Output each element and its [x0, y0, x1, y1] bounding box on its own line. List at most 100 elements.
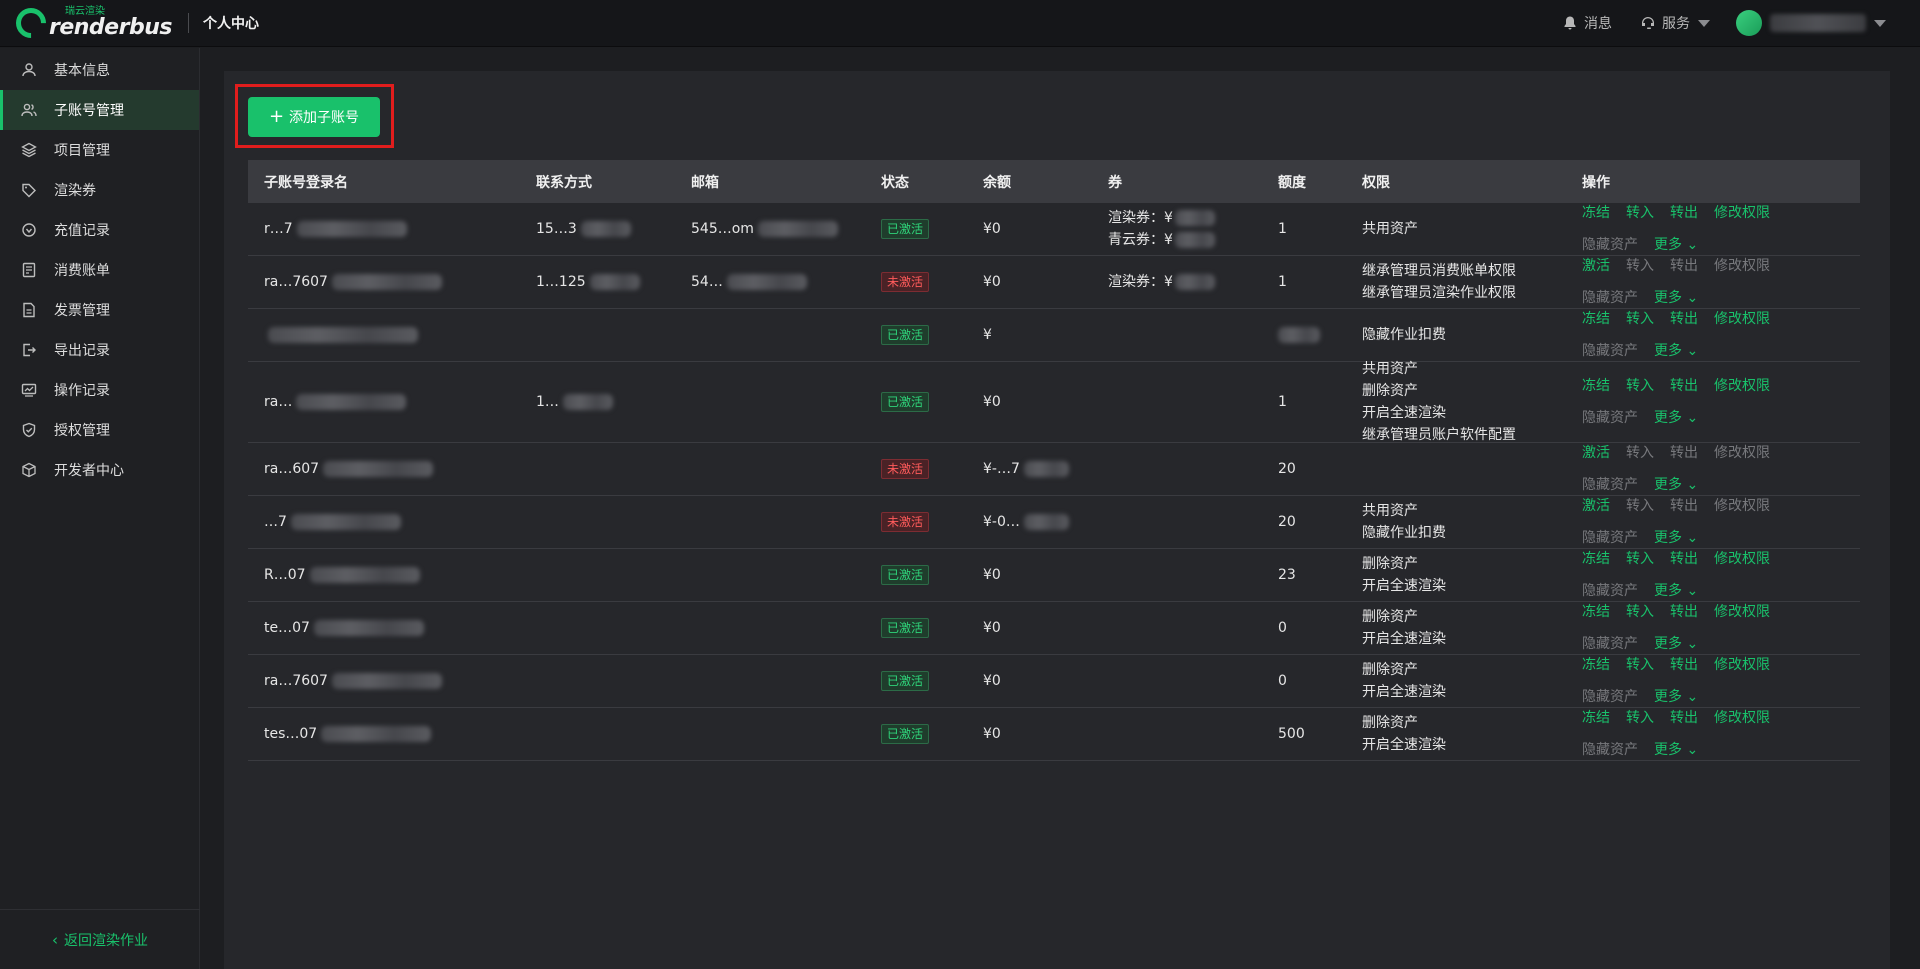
op-transfer-in-link[interactable]: 转入: [1626, 601, 1654, 623]
op-transfer-in-link[interactable]: 转入: [1626, 255, 1654, 277]
sidebar-item-0[interactable]: 基本信息: [0, 50, 199, 90]
op-edit-permissions-link[interactable]: 修改权限: [1714, 308, 1770, 330]
op-hide-assets-link[interactable]: 隐藏资产: [1582, 340, 1638, 362]
op-transfer-out-link[interactable]: 转出: [1670, 202, 1698, 224]
op-hide-assets-link[interactable]: 隐藏资产: [1582, 234, 1638, 256]
more-dropdown[interactable]: 更多 ⌄: [1654, 527, 1698, 549]
op-toggle-status-link[interactable]: 冻结: [1582, 707, 1610, 729]
op-toggle-status-link[interactable]: 冻结: [1582, 548, 1610, 570]
balance-text: ¥0: [983, 620, 1001, 636]
op-edit-permissions-link[interactable]: 修改权限: [1714, 202, 1770, 224]
op-hide-assets-link[interactable]: 隐藏资产: [1582, 474, 1638, 496]
messages-link[interactable]: 消息: [1562, 13, 1612, 33]
more-dropdown[interactable]: 更多 ⌄: [1654, 474, 1698, 496]
op-transfer-in-link[interactable]: 转入: [1626, 308, 1654, 330]
op-toggle-status-link[interactable]: 冻结: [1582, 601, 1610, 623]
quota-cell: [1276, 327, 1360, 343]
op-transfer-in-link[interactable]: 转入: [1626, 707, 1654, 729]
op-transfer-out-link[interactable]: 转出: [1670, 308, 1698, 330]
op-edit-permissions-link[interactable]: 修改权限: [1714, 548, 1770, 570]
op-hide-assets-link[interactable]: 隐藏资产: [1582, 580, 1638, 602]
sidebar-item-label: 充值记录: [54, 223, 110, 239]
op-transfer-out-link[interactable]: 转出: [1670, 255, 1698, 277]
op-toggle-status-link[interactable]: 激活: [1582, 495, 1610, 517]
op-transfer-out-link[interactable]: 转出: [1670, 601, 1698, 623]
op-transfer-out-link[interactable]: 转出: [1670, 495, 1698, 517]
op-hide-assets-link[interactable]: 隐藏资产: [1582, 739, 1638, 761]
op-toggle-status-link[interactable]: 冻结: [1582, 375, 1610, 397]
op-toggle-status-link[interactable]: 冻结: [1582, 308, 1610, 330]
sidebar-item-4[interactable]: 充值记录: [0, 210, 199, 250]
op-transfer-in-link[interactable]: 转入: [1626, 375, 1654, 397]
permission-item: 继承管理员账户软件配置: [1362, 427, 1516, 443]
op-transfer-out-link[interactable]: 转出: [1670, 548, 1698, 570]
more-dropdown[interactable]: 更多 ⌄: [1654, 340, 1698, 362]
op-toggle-status-link[interactable]: 冻结: [1582, 654, 1610, 676]
more-dropdown[interactable]: 更多 ⌄: [1654, 739, 1698, 761]
op-edit-permissions-link[interactable]: 修改权限: [1714, 601, 1770, 623]
op-transfer-in-link[interactable]: 转入: [1626, 654, 1654, 676]
op-transfer-out-link[interactable]: 转出: [1670, 654, 1698, 676]
op-hide-assets-link[interactable]: 隐藏资产: [1582, 633, 1638, 655]
op-edit-permissions-link[interactable]: 修改权限: [1714, 495, 1770, 517]
table-row: te…07 已激活 ¥0 0 删除资产 开启全速渲染 冻结 转入 转出 修改权限 隐藏资产 更多 ⌄: [248, 602, 1860, 655]
sidebar-item-10[interactable]: 开发者中心: [0, 450, 199, 490]
service-dropdown[interactable]: 服务: [1640, 13, 1710, 33]
op-edit-permissions-link[interactable]: 修改权限: [1714, 442, 1770, 464]
add-sub-account-button[interactable]: + 添加子账号: [248, 97, 380, 137]
redacted-mask: [1174, 274, 1215, 290]
renderbus-logo[interactable]: 瑞云渲染 renderbus: [9, 0, 172, 47]
quota: 500: [1278, 726, 1305, 742]
contact: 1…: [534, 391, 689, 413]
sidebar-item-6[interactable]: 发票管理: [0, 290, 199, 330]
operations-cell: 冻结 转入 转出 修改权限隐藏资产 更多 ⌄: [1580, 202, 1840, 256]
more-dropdown[interactable]: 更多 ⌄: [1654, 407, 1698, 429]
op-toggle-status-link[interactable]: 激活: [1582, 255, 1610, 277]
more-dropdown[interactable]: 更多 ⌄: [1654, 580, 1698, 602]
ops-line-1: 激活 转入 转出 修改权限: [1582, 495, 1840, 517]
sidebar-item-1[interactable]: 子账号管理: [0, 90, 199, 130]
op-edit-permissions-link[interactable]: 修改权限: [1714, 707, 1770, 729]
more-dropdown[interactable]: 更多 ⌄: [1654, 234, 1698, 256]
more-label: 更多: [1654, 343, 1682, 359]
sidebar-item-2[interactable]: 项目管理: [0, 130, 199, 170]
user-menu[interactable]: [1736, 10, 1886, 36]
op-edit-permissions-link[interactable]: 修改权限: [1714, 654, 1770, 676]
op-transfer-in-link[interactable]: 转入: [1626, 548, 1654, 570]
more-dropdown[interactable]: 更多 ⌄: [1654, 686, 1698, 708]
op-transfer-out-link[interactable]: 转出: [1670, 375, 1698, 397]
sidebar-item-5[interactable]: 消费账单: [0, 250, 199, 290]
back-to-render-jobs-link[interactable]: ‹ 返回渲染作业: [0, 909, 200, 969]
op-hide-assets-link[interactable]: 隐藏资产: [1582, 527, 1638, 549]
login-name-line: ra…7607: [264, 670, 534, 692]
op-edit-permissions-link[interactable]: 修改权限: [1714, 255, 1770, 277]
op-transfer-out-link[interactable]: 转出: [1670, 707, 1698, 729]
redacted-mask: [726, 274, 807, 290]
login-name: ra…607: [248, 458, 534, 480]
op-edit-permissions-link[interactable]: 修改权限: [1714, 375, 1770, 397]
op-toggle-status-link[interactable]: 冻结: [1582, 202, 1610, 224]
op-transfer-in-link[interactable]: 转入: [1626, 202, 1654, 224]
ops-line-2: 隐藏资产 更多 ⌄: [1582, 234, 1840, 256]
op-hide-assets-link[interactable]: 隐藏资产: [1582, 686, 1638, 708]
op-transfer-out-link[interactable]: 转出: [1670, 442, 1698, 464]
op-transfer-in-link[interactable]: 转入: [1626, 442, 1654, 464]
headset-icon: [1642, 17, 1654, 29]
balance: ¥-0…: [978, 511, 1106, 533]
quota-cell: 0: [1276, 670, 1360, 692]
email-text: 545…om: [691, 221, 754, 237]
more-dropdown[interactable]: 更多 ⌄: [1654, 633, 1698, 655]
op-transfer-in-link[interactable]: 转入: [1626, 495, 1654, 517]
more-dropdown[interactable]: 更多 ⌄: [1654, 287, 1698, 309]
op-hide-assets-link[interactable]: 隐藏资产: [1582, 287, 1638, 309]
op-hide-assets-link[interactable]: 隐藏资产: [1582, 407, 1638, 429]
op-toggle-status-link[interactable]: 激活: [1582, 442, 1610, 464]
balance: ¥: [978, 324, 1106, 346]
ops-line-1: 激活 转入 转出 修改权限: [1582, 442, 1840, 464]
balance: ¥-…7: [978, 458, 1106, 480]
sidebar-item-9[interactable]: 授权管理: [0, 410, 199, 450]
balance-text: ¥0: [983, 274, 1001, 290]
sidebar-item-3[interactable]: 渲染券: [0, 170, 199, 210]
sidebar-item-7[interactable]: 导出记录: [0, 330, 199, 370]
sidebar-item-8[interactable]: 操作记录: [0, 370, 199, 410]
